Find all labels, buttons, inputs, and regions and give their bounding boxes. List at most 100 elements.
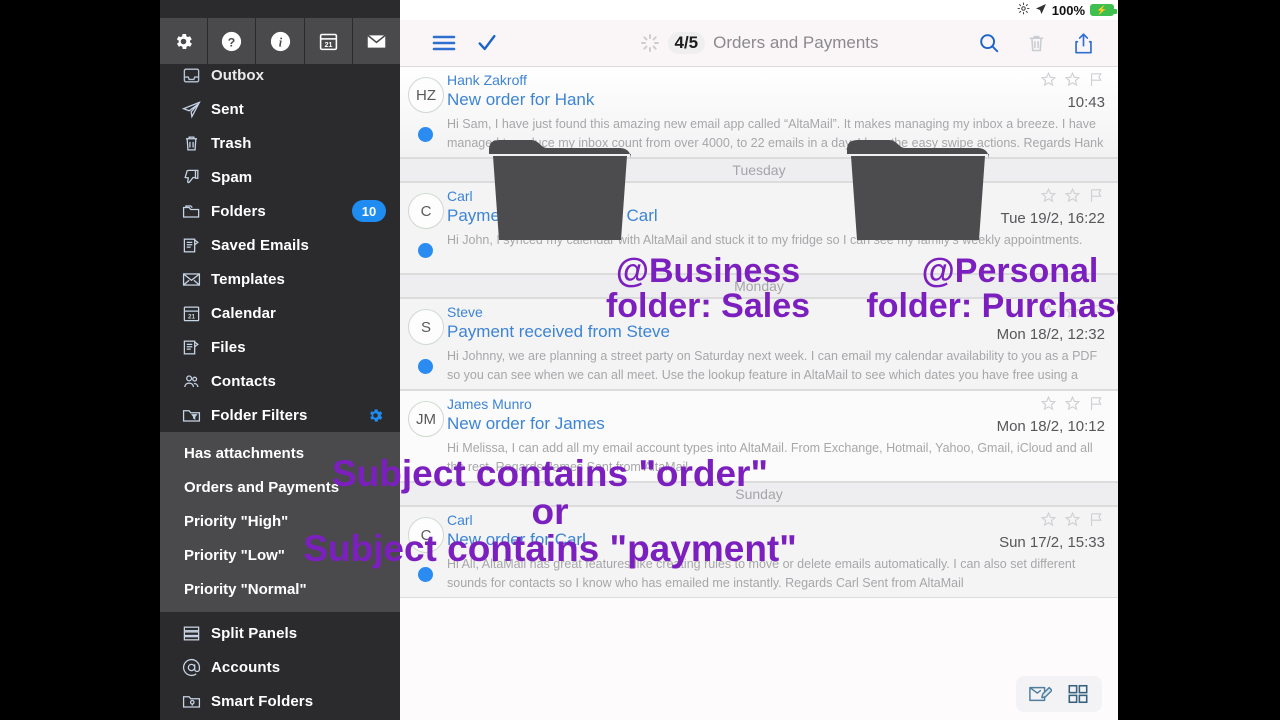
sidebar-label-saved-emails: Saved Emails <box>211 236 309 254</box>
star-outline-icon[interactable] <box>1040 71 1057 88</box>
sidebar-item-folder-filters[interactable]: Folder Filters <box>160 398 400 432</box>
calendar-21-icon: 21 <box>182 304 208 323</box>
email-subject: New order for James <box>447 414 605 433</box>
flag-icon[interactable] <box>1088 511 1105 528</box>
mail-toolbar-left <box>432 32 498 54</box>
star-icon[interactable] <box>1064 511 1081 528</box>
sidebar-item-accounts[interactable]: Accounts <box>160 650 400 684</box>
outbox-icon <box>182 66 208 85</box>
star-icon[interactable] <box>1064 395 1081 412</box>
sidebar-item-split-panels[interactable]: Split Panels <box>160 616 400 650</box>
sidebar-items: Outbox Sent Trash Spam Folders 10 Saved … <box>160 64 400 720</box>
checkmark-icon[interactable] <box>476 32 498 54</box>
grid-view-icon[interactable] <box>1066 683 1090 705</box>
sidebar-item-smart-folders[interactable]: Smart Folders <box>160 684 400 718</box>
smart-folders-icon <box>182 692 208 711</box>
mail-toolbar-right <box>978 32 1094 55</box>
sidebar-label-folder-filters: Folder Filters <box>211 406 308 424</box>
sidebar-label-spam: Spam <box>211 168 253 186</box>
sidebar-label-files: Files <box>211 338 246 356</box>
unread-indicator <box>418 243 433 258</box>
sidebar-item-contacts[interactable]: Contacts <box>160 364 400 398</box>
contacts-people-icon <box>182 372 208 391</box>
avatar: HZ <box>408 77 444 113</box>
email-timestamp: 10:43 <box>1067 94 1105 111</box>
folder-icon <box>843 128 993 246</box>
trash-icon <box>182 134 208 153</box>
email-sender: Carl <box>447 188 473 204</box>
avatar: C <box>408 193 444 229</box>
paper-plane-icon <box>182 100 208 119</box>
email-timestamp: Mon 18/2, 10:12 <box>996 418 1105 435</box>
avatar: S <box>408 309 444 345</box>
split-panels-icon <box>182 624 208 643</box>
email-sender: Steve <box>447 304 483 320</box>
unread-indicator <box>418 127 433 142</box>
star-icon[interactable] <box>1064 187 1081 204</box>
sidebar-label-outbox: Outbox <box>211 66 265 84</box>
status-bar-right: 100% ⚡ <box>1017 2 1117 18</box>
star-outline-icon[interactable] <box>1040 511 1057 528</box>
sidebar: ? i 21 Outbox Sent Trash Spam Folders 10… <box>160 0 400 720</box>
avatar: JM <box>408 401 444 437</box>
filter-label-priority-normal: Priority "Normal" <box>184 580 307 598</box>
templates-envelope-icon <box>182 270 208 289</box>
sidebar-label-split-panels: Split Panels <box>211 624 298 642</box>
star-icon[interactable] <box>1064 71 1081 88</box>
sidebar-label-smart-folders: Smart Folders <box>211 692 314 710</box>
svg-text:21: 21 <box>188 313 196 320</box>
sidebar-label-templates: Templates <box>211 270 285 288</box>
sidebar-item-calendar[interactable]: 21 Calendar <box>160 296 400 330</box>
star-outline-icon[interactable] <box>1040 187 1057 204</box>
svg-text:i: i <box>278 35 282 49</box>
sidebar-label-accounts: Accounts <box>211 658 281 676</box>
sidebar-item-outbox[interactable]: Outbox <box>160 58 400 92</box>
email-subject: New order for Hank <box>447 90 595 109</box>
flag-icon[interactable] <box>1088 395 1105 412</box>
star-outline-icon[interactable] <box>1040 395 1057 412</box>
hamburger-menu-icon[interactable] <box>432 34 456 52</box>
sidebar-label-calendar: Calendar <box>211 304 276 322</box>
share-upload-icon[interactable] <box>1073 32 1094 55</box>
sidebar-item-spam[interactable]: Spam <box>160 160 400 194</box>
email-row-actions <box>1040 187 1105 204</box>
flag-icon[interactable] <box>1088 71 1105 88</box>
unread-indicator <box>418 567 433 582</box>
flag-icon[interactable] <box>1088 187 1105 204</box>
sidebar-item-folders[interactable]: Folders 10 <box>160 194 400 228</box>
saved-emails-icon <box>182 236 208 255</box>
annotation-personal-folder: @Personal folder: Purchases <box>866 252 1118 325</box>
folder-filters-gear-icon[interactable] <box>367 407 384 424</box>
at-sign-icon <box>182 658 208 677</box>
folder-filter-icon <box>182 406 208 425</box>
screen-root: 09:41 Tue 9 Jan 100% ⚡ <box>0 0 1280 720</box>
trash-icon[interactable] <box>1026 33 1047 54</box>
folder-icon <box>485 128 635 246</box>
svg-text:21: 21 <box>324 41 332 48</box>
sidebar-item-templates[interactable]: Templates <box>160 262 400 296</box>
email-sender: James Munro <box>447 396 532 412</box>
filter-item-priority-normal[interactable]: Priority "Normal" <box>160 572 400 606</box>
location-arrow-icon <box>1035 3 1047 18</box>
sidebar-label-sent: Sent <box>211 100 244 118</box>
email-timestamp: Sun 17/2, 15:33 <box>999 534 1105 551</box>
floating-action-bar <box>1016 676 1102 712</box>
mail-folder-title: Orders and Payments <box>713 33 879 52</box>
search-magnifier-icon[interactable] <box>978 32 1000 54</box>
sidebar-item-trash[interactable]: Trash <box>160 126 400 160</box>
brightness-icon <box>1017 2 1030 18</box>
thumbs-down-icon <box>182 168 208 187</box>
sidebar-item-sent[interactable]: Sent <box>160 92 400 126</box>
sidebar-item-files[interactable]: Files <box>160 330 400 364</box>
folders-badge-count: 10 <box>352 200 386 222</box>
folders-icon <box>182 202 208 221</box>
mail-pane: 4/5 Orders and Payments HZ Hank Zakroff … <box>400 20 1118 720</box>
compose-pencil-icon[interactable] <box>1028 683 1052 705</box>
email-row-actions <box>1040 511 1105 528</box>
annotation-business-folder: @Business folder: Sales <box>605 252 811 325</box>
unread-indicator <box>418 359 433 374</box>
email-subject: Payment received from Steve <box>447 322 670 341</box>
annotation-subject-rule: Subject contains "order" or Subject cont… <box>303 453 797 570</box>
sidebar-item-saved-emails[interactable]: Saved Emails <box>160 228 400 262</box>
mail-toolbar: 4/5 Orders and Payments <box>400 20 1118 66</box>
